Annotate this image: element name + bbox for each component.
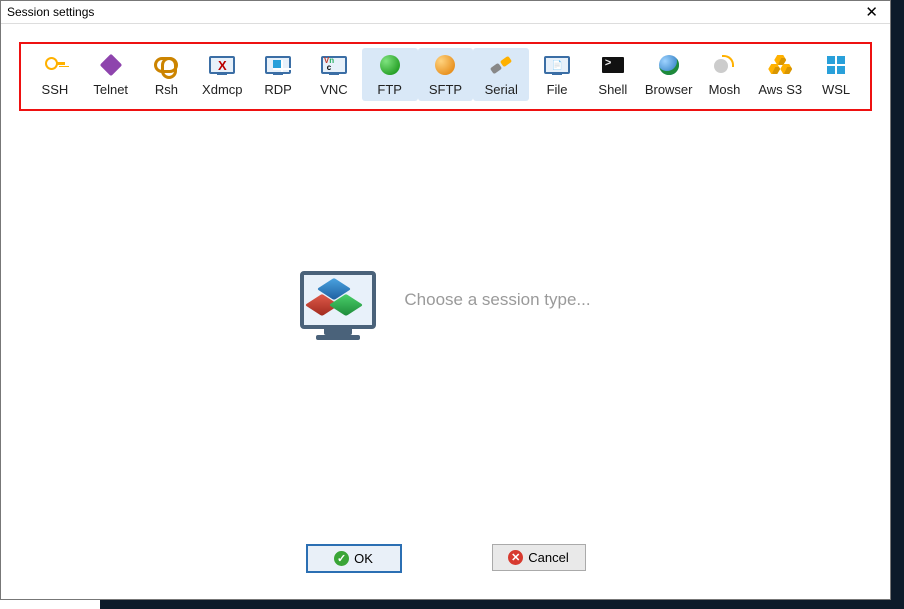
tab-wsl[interactable]: WSL	[808, 48, 864, 101]
tab-label: RDP	[250, 82, 306, 97]
tab-serial[interactable]: Serial	[473, 48, 529, 101]
tab-label: Shell	[585, 82, 641, 97]
tab-label: VNC	[306, 82, 362, 97]
check-icon: ✓	[334, 551, 349, 566]
cancel-button-label: Cancel	[528, 550, 568, 565]
tab-rsh[interactable]: Rsh	[139, 48, 195, 101]
tab-shell[interactable]: Shell	[585, 48, 641, 101]
cross-icon: ✕	[508, 550, 523, 565]
hex-cluster-icon	[752, 52, 808, 78]
background-panel-bottom	[100, 600, 904, 609]
cancel-button[interactable]: ✕ Cancel	[492, 544, 586, 571]
tab-browser[interactable]: Browser	[641, 48, 697, 101]
tab-label: SSH	[27, 82, 83, 97]
tab-mosh[interactable]: Mosh	[697, 48, 753, 101]
satellite-dish-icon	[697, 52, 753, 78]
tab-label: WSL	[808, 82, 864, 97]
tab-ssh[interactable]: SSH	[27, 48, 83, 101]
titlebar: Session settings ✕	[1, 1, 890, 24]
windows-logo-icon	[808, 52, 864, 78]
session-type-tabstrip: SSH Telnet Rsh X Xdmcp RDP Vnc VNC	[19, 42, 872, 111]
tab-label: FTP	[362, 82, 418, 97]
tab-label: Rsh	[139, 82, 195, 97]
gem-icon	[83, 52, 139, 78]
tab-label: Xdmcp	[194, 82, 250, 97]
tab-file[interactable]: 📄 File	[529, 48, 585, 101]
tab-awss3[interactable]: Aws S3	[752, 48, 808, 101]
tab-label: Mosh	[697, 82, 753, 97]
windows-monitor-icon	[250, 52, 306, 78]
xserver-icon: X	[194, 52, 250, 78]
window-title: Session settings	[7, 5, 94, 19]
tab-telnet[interactable]: Telnet	[83, 48, 139, 101]
ok-button[interactable]: ✓ OK	[306, 544, 402, 573]
close-icon[interactable]: ✕	[859, 3, 884, 21]
choose-session-prompt: Choose a session type...	[404, 290, 590, 310]
tab-label: File	[529, 82, 585, 97]
tab-label: SFTP	[418, 82, 474, 97]
tab-label: Aws S3	[752, 82, 808, 97]
tab-label: Browser	[641, 82, 697, 97]
tab-sftp[interactable]: SFTP	[418, 48, 474, 101]
key-icon	[27, 52, 83, 78]
session-settings-dialog: Session settings ✕ SSH Telnet Rsh X Xdmc…	[0, 0, 891, 600]
dialog-button-row: ✓ OK ✕ Cancel	[1, 544, 890, 573]
ok-button-label: OK	[354, 551, 373, 566]
session-monitor-icon	[300, 271, 376, 329]
terminal-icon	[585, 52, 641, 78]
browser-globe-icon	[641, 52, 697, 78]
serial-cable-icon	[473, 52, 529, 78]
background-panel-right	[890, 0, 904, 609]
main-content: Choose a session type...	[1, 271, 890, 329]
tab-rdp[interactable]: RDP	[250, 48, 306, 101]
tab-label: Serial	[473, 82, 529, 97]
orange-globe-icon	[418, 52, 474, 78]
tab-xdmcp[interactable]: X Xdmcp	[194, 48, 250, 101]
green-globe-icon	[362, 52, 418, 78]
knot-icon	[139, 52, 195, 78]
file-monitor-icon: 📄	[529, 52, 585, 78]
tab-label: Telnet	[83, 82, 139, 97]
tab-ftp[interactable]: FTP	[362, 48, 418, 101]
vnc-monitor-icon: Vnc	[306, 52, 362, 78]
tab-vnc[interactable]: Vnc VNC	[306, 48, 362, 101]
